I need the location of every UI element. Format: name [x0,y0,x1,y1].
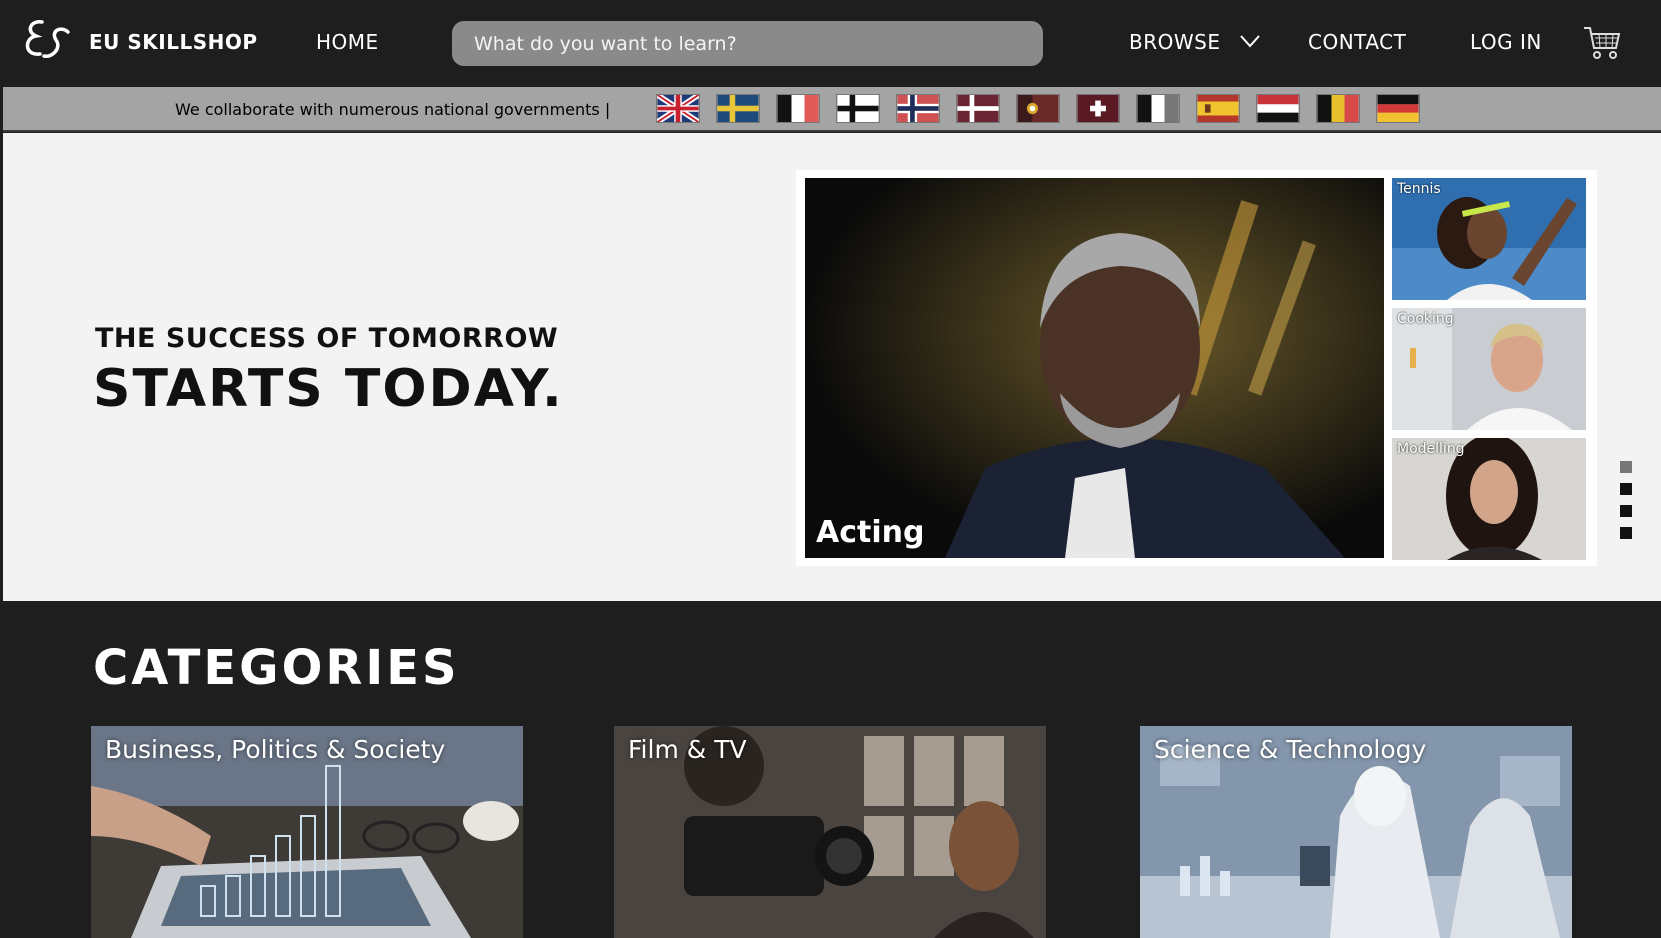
side-course-label: Cooking [1397,311,1454,327]
side-course-tile-cooking[interactable]: Cooking [1392,308,1586,430]
course-gallery: Acting Tennis Cooking Modelling [796,170,1597,566]
category-label: Film & TV [628,735,747,764]
italy-flag-icon[interactable] [1136,94,1180,123]
collaboration-text: We collaborate with numerous national go… [175,100,611,119]
hero-tagline-big: STARTS TODAY. [93,359,564,419]
nav-login-link[interactable]: LOG IN [1470,30,1542,54]
shopping-cart-icon[interactable] [1582,24,1622,62]
chevron-down-icon [1240,35,1260,48]
norway-flag-icon[interactable] [896,94,940,123]
site-header: EU SKILLSHOP HOME BROWSE CONTACT LOG IN [0,0,1661,87]
brand-name[interactable]: EU SKILLSHOP [89,30,258,54]
netherlands-flag-icon[interactable] [1256,94,1300,123]
switzerland-flag-icon[interactable] [1076,94,1120,123]
hero-tagline-small: THE SUCCESS OF TOMORROW [95,323,559,354]
category-card-business[interactable]: Business, Politics & Society [91,726,523,938]
partner-flag-strip: We collaborate with numerous national go… [3,87,1661,132]
france-flag-icon[interactable] [776,94,820,123]
side-course-label: Tennis [1397,181,1441,197]
united-kingdom-flag-icon[interactable] [656,94,700,123]
slide-dot[interactable] [1620,505,1632,517]
germany-flag-icon[interactable] [1376,94,1420,123]
featured-course-label: Acting [816,515,925,550]
search-bar[interactable] [452,21,1043,66]
nav-home-link[interactable]: HOME [316,30,379,54]
side-course-tile-modelling[interactable]: Modelling [1392,438,1586,560]
belgium-flag-icon[interactable] [1316,94,1360,123]
featured-course-tile[interactable]: Acting [805,178,1384,558]
search-input[interactable] [452,21,1043,66]
side-course-label: Modelling [1397,441,1465,457]
categories-heading: CATEGORIES [93,640,460,696]
nav-contact-link[interactable]: CONTACT [1308,30,1406,54]
slide-dot[interactable] [1620,461,1632,473]
hero-section: THE SUCCESS OF TOMORROW STARTS TODAY. Ac… [3,133,1661,601]
nav-browse-label: BROWSE [1129,30,1221,54]
sweden-flag-icon[interactable] [716,94,760,123]
finland-flag-icon[interactable] [836,94,880,123]
category-card-film-tv[interactable]: Film & TV [614,726,1046,938]
denmark-flag-icon[interactable] [956,94,1000,123]
category-label: Science & Technology [1154,735,1427,764]
script-es-logo-icon[interactable] [22,14,74,64]
spain-flag-icon[interactable] [1196,94,1240,123]
nav-browse-dropdown[interactable]: BROWSE [1129,30,1260,54]
slide-dot[interactable] [1620,483,1632,495]
category-card-science-technology[interactable]: Science & Technology [1140,726,1572,938]
category-label: Business, Politics & Society [105,735,446,764]
featured-course-photo [805,178,1384,558]
portugal-flag-icon[interactable] [1016,94,1060,123]
slide-dot[interactable] [1620,527,1632,539]
side-course-tile-tennis[interactable]: Tennis [1392,178,1586,300]
